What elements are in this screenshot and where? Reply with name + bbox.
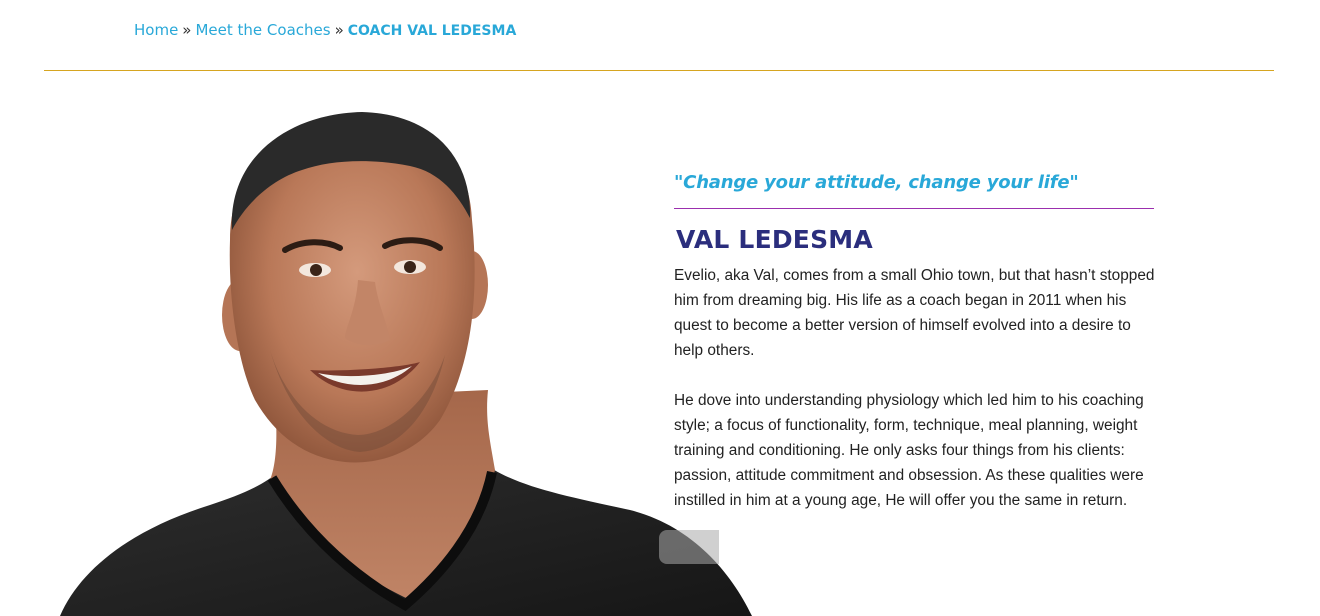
- breadcrumb-current: COACH VAL LEDESMA: [347, 23, 517, 39]
- bio-paragraph: Evelio, aka Val, comes from a small Ohio…: [674, 267, 1155, 359]
- header-divider: [44, 70, 1274, 71]
- coach-profile-page: Home» Meet the Coaches» COACH VAL LEDESMA: [0, 0, 1320, 616]
- quote-divider: [674, 208, 1154, 209]
- bio-paragraph: He dove into understanding physiology wh…: [674, 392, 1144, 509]
- breadcrumb-home-link[interactable]: Home: [134, 21, 178, 39]
- breadcrumb-meet-coaches-link[interactable]: Meet the Coaches: [195, 21, 330, 39]
- breadcrumb-separator: »: [182, 21, 192, 39]
- breadcrumb: Home» Meet the Coaches» COACH VAL LEDESMA: [134, 20, 516, 41]
- coach-name-heading: VAL LEDESMA: [676, 225, 873, 254]
- coach-bio-section: "Change your attitude, change your life"…: [674, 168, 1156, 538]
- breadcrumb-separator: »: [334, 21, 344, 39]
- coach-quote: "Change your attitude, change your life": [674, 172, 1079, 193]
